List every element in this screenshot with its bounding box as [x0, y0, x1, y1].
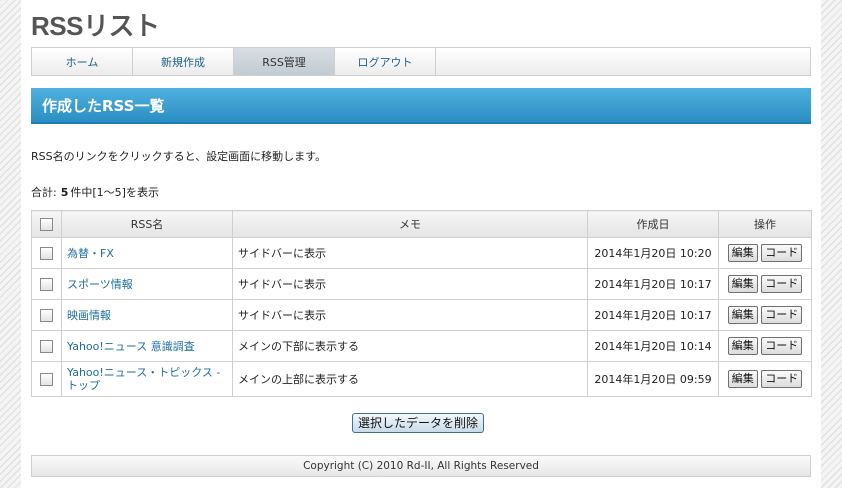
rss-name-link[interactable]: スポーツ情報: [67, 278, 133, 291]
row-checkbox[interactable]: [40, 277, 53, 291]
nav-new[interactable]: 新規作成: [133, 48, 234, 75]
table-header-row: RSS名 メモ 作成日 操作: [31, 210, 812, 238]
select-all-cell: [31, 210, 62, 238]
col-header-memo: メモ: [232, 210, 588, 238]
nav-logout[interactable]: ログアウト: [335, 48, 436, 75]
row-checkbox[interactable]: [40, 308, 53, 322]
code-button[interactable]: コード: [761, 275, 803, 293]
description: RSS名のリンクをクリックすると、設定画面に移動します。: [31, 150, 327, 163]
created-date-cell: 2014年1月20日 10:20: [587, 237, 719, 269]
created-date-cell: 2014年1月20日 10:17: [587, 299, 719, 331]
table-row: 映画情報 サイドバーに表示 2014年1月20日 10:17 編集 コード: [31, 299, 812, 331]
created-date-cell: 2014年1月20日 10:17: [587, 268, 719, 300]
edit-button[interactable]: 編集: [727, 306, 758, 324]
col-header-name: RSS名: [61, 210, 233, 238]
memo-cell: メインの上部に表示する: [232, 361, 588, 397]
nav-rss-manage[interactable]: RSS管理: [234, 48, 335, 75]
memo-cell: サイドバーに表示: [232, 237, 588, 269]
nav-home[interactable]: ホーム: [32, 48, 133, 75]
site-title: RSSリスト: [31, 11, 160, 41]
edit-button[interactable]: 編集: [727, 337, 758, 355]
summary-count: 5: [60, 186, 69, 199]
col-header-created: 作成日: [587, 210, 719, 238]
row-checkbox[interactable]: [40, 246, 53, 260]
code-button[interactable]: コード: [761, 370, 803, 388]
code-button[interactable]: コード: [761, 306, 803, 324]
memo-cell: サイドバーに表示: [232, 299, 588, 331]
rss-name-link[interactable]: Yahoo!ニュース・トピックス - トップ: [67, 366, 220, 392]
table-row: Yahoo!ニュース・トピックス - トップ メインの上部に表示する 2014年…: [31, 361, 812, 397]
created-date-cell: 2014年1月20日 09:59: [587, 361, 719, 397]
row-checkbox[interactable]: [40, 372, 53, 386]
table-row: 為替・FX サイドバーに表示 2014年1月20日 10:20 編集 コード: [31, 237, 812, 269]
rss-name-link[interactable]: 映画情報: [67, 309, 111, 322]
created-date-cell: 2014年1月20日 10:14: [587, 330, 719, 362]
table-row: スポーツ情報 サイドバーに表示 2014年1月20日 10:17 編集 コード: [31, 268, 812, 300]
select-all-checkbox[interactable]: [40, 217, 53, 231]
code-button[interactable]: コード: [761, 244, 803, 262]
table-row: Yahoo!ニュース 意識調査 メインの下部に表示する 2014年1月20日 1…: [31, 330, 812, 362]
nav-menu: ホーム 新規作成 RSS管理 ログアウト: [31, 47, 811, 76]
footer-copyright: Copyright (C) 2010 Rd-II, All Rights Res…: [31, 455, 811, 477]
page: RSSリスト ホーム 新規作成 RSS管理 ログアウト 作成したRSS一覧 RS…: [21, 0, 821, 488]
rss-name-link[interactable]: Yahoo!ニュース 意識調査: [67, 340, 195, 353]
delete-selected-button[interactable]: 選択したデータを削除: [352, 413, 485, 433]
memo-cell: サイドバーに表示: [232, 268, 588, 300]
edit-button[interactable]: 編集: [727, 275, 758, 293]
section-title: 作成したRSS一覧: [31, 88, 811, 124]
summary-label: 合計:: [31, 186, 57, 199]
summary-suffix: 件中[1～5]を表示: [70, 186, 159, 199]
col-header-actions: 操作: [718, 210, 812, 238]
rss-name-link[interactable]: 為替・FX: [67, 247, 114, 260]
row-checkbox[interactable]: [40, 339, 53, 353]
edit-button[interactable]: 編集: [727, 370, 758, 388]
result-summary: 合計: 5 件中[1～5]を表示: [31, 184, 159, 200]
code-button[interactable]: コード: [761, 337, 803, 355]
edit-button[interactable]: 編集: [727, 244, 758, 262]
rss-table: RSS名 メモ 作成日 操作 為替・FX サイドバーに表示 2014年1月20日…: [31, 210, 812, 397]
memo-cell: メインの下部に表示する: [232, 330, 588, 362]
